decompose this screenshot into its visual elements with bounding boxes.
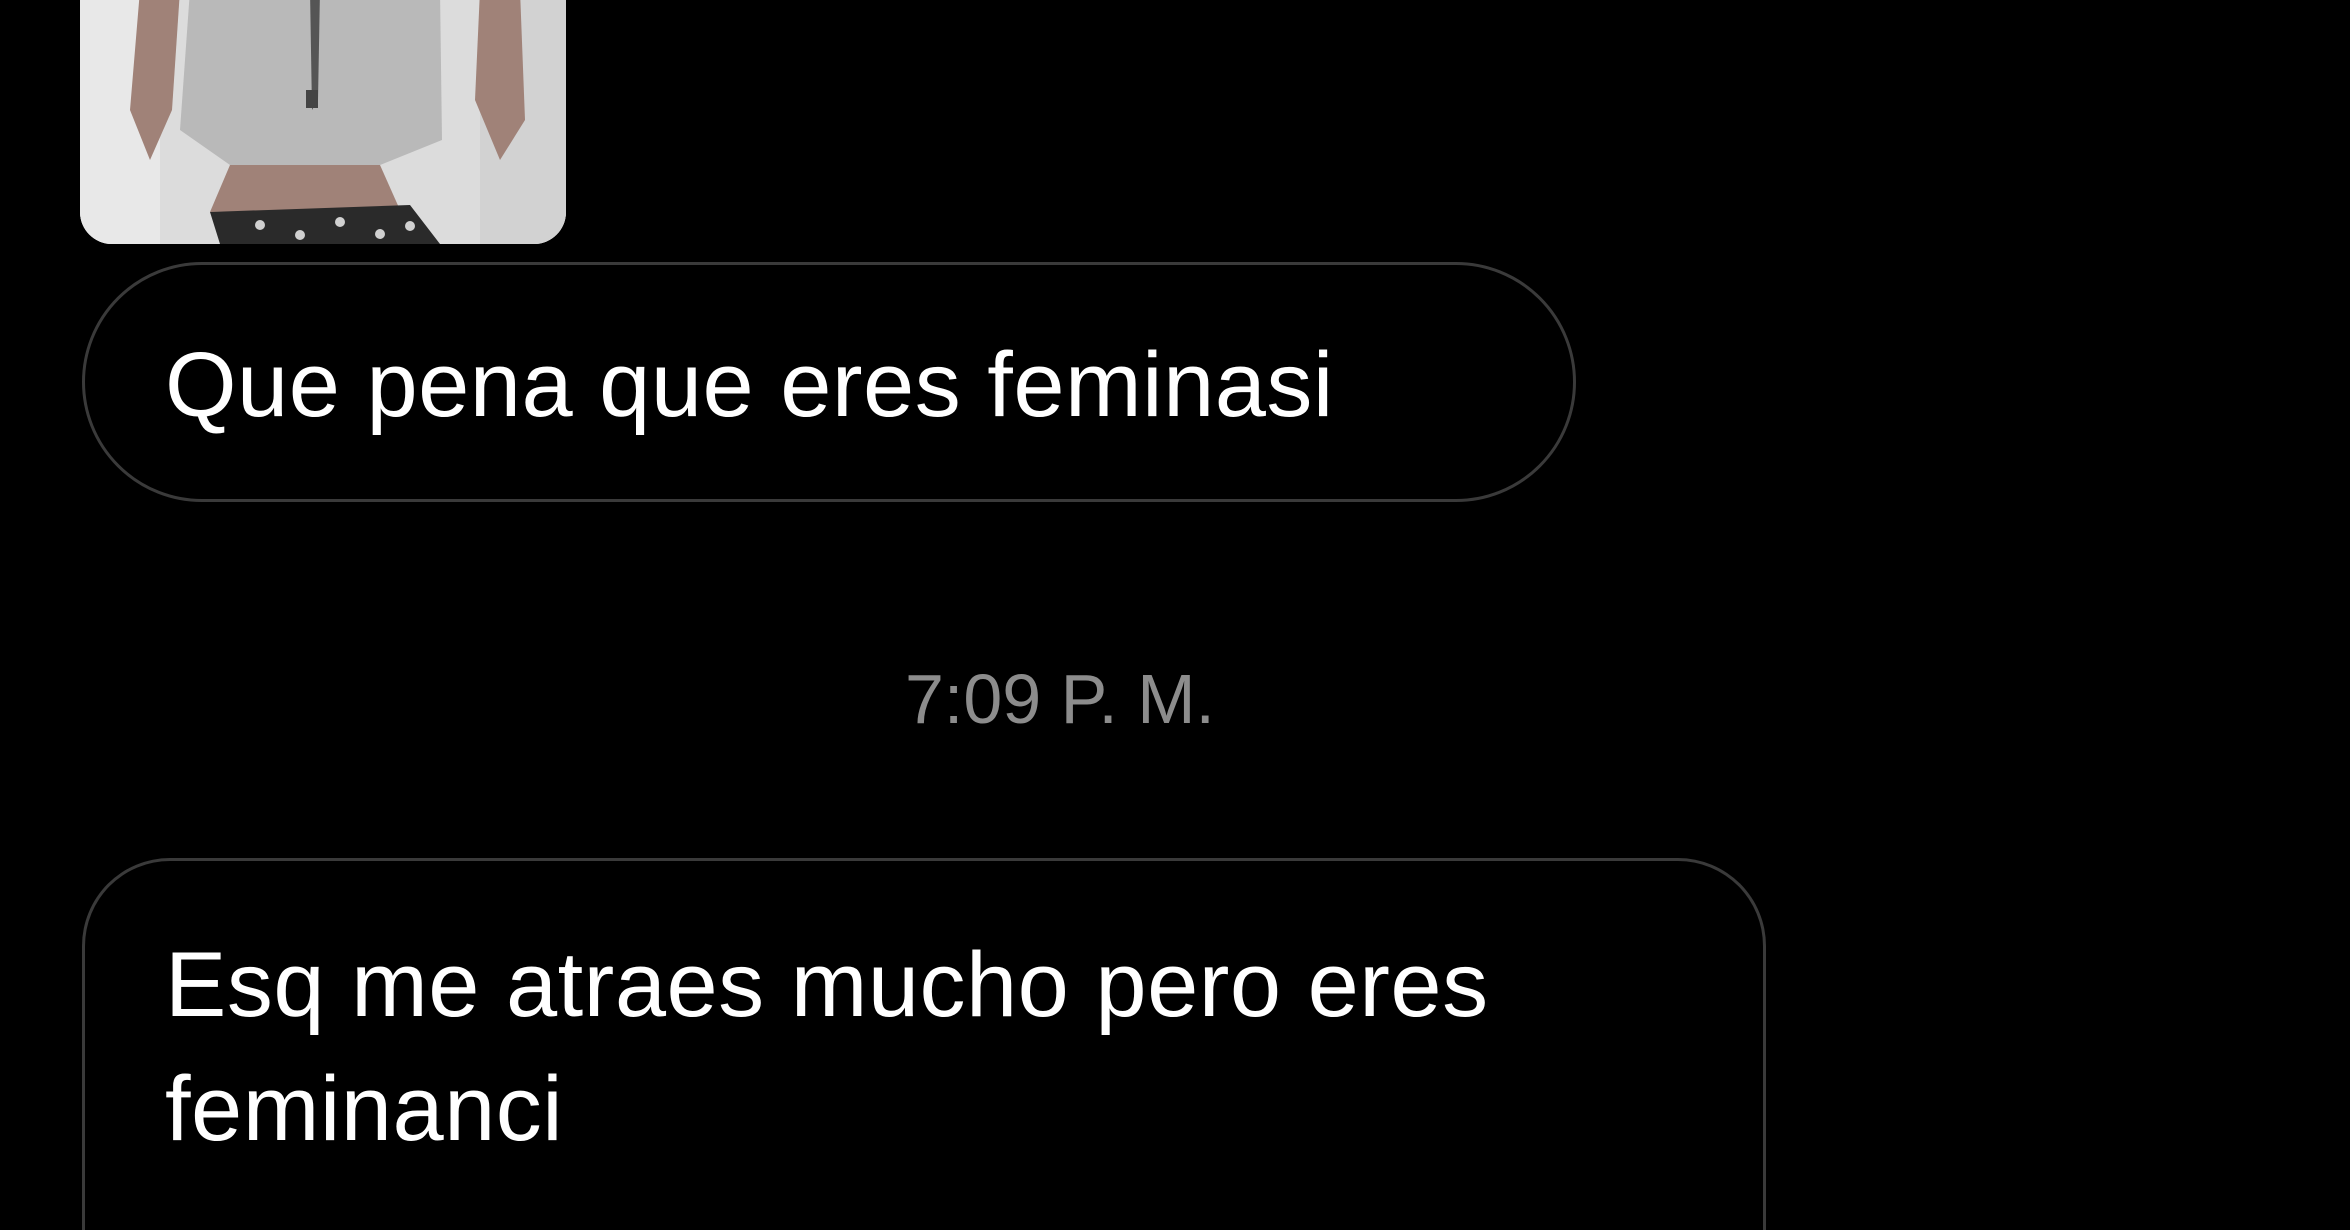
message-bubble[interactable]: Esq me atraes mucho pero eres feminanci (82, 858, 1766, 1230)
message-text: Esq me atraes mucho pero eres feminanci (165, 934, 1489, 1160)
message-timestamp: 7:09 P. M. (904, 660, 1215, 738)
received-photo-message[interactable] (80, 0, 566, 244)
photo-image (80, 0, 566, 244)
message-text: Que pena que eres feminasi (165, 334, 1334, 436)
chat-screen: Que pena que eres feminasi 7:09 P. M. Es… (0, 0, 2350, 1230)
message-bubble[interactable]: Que pena que eres feminasi (82, 262, 1576, 502)
